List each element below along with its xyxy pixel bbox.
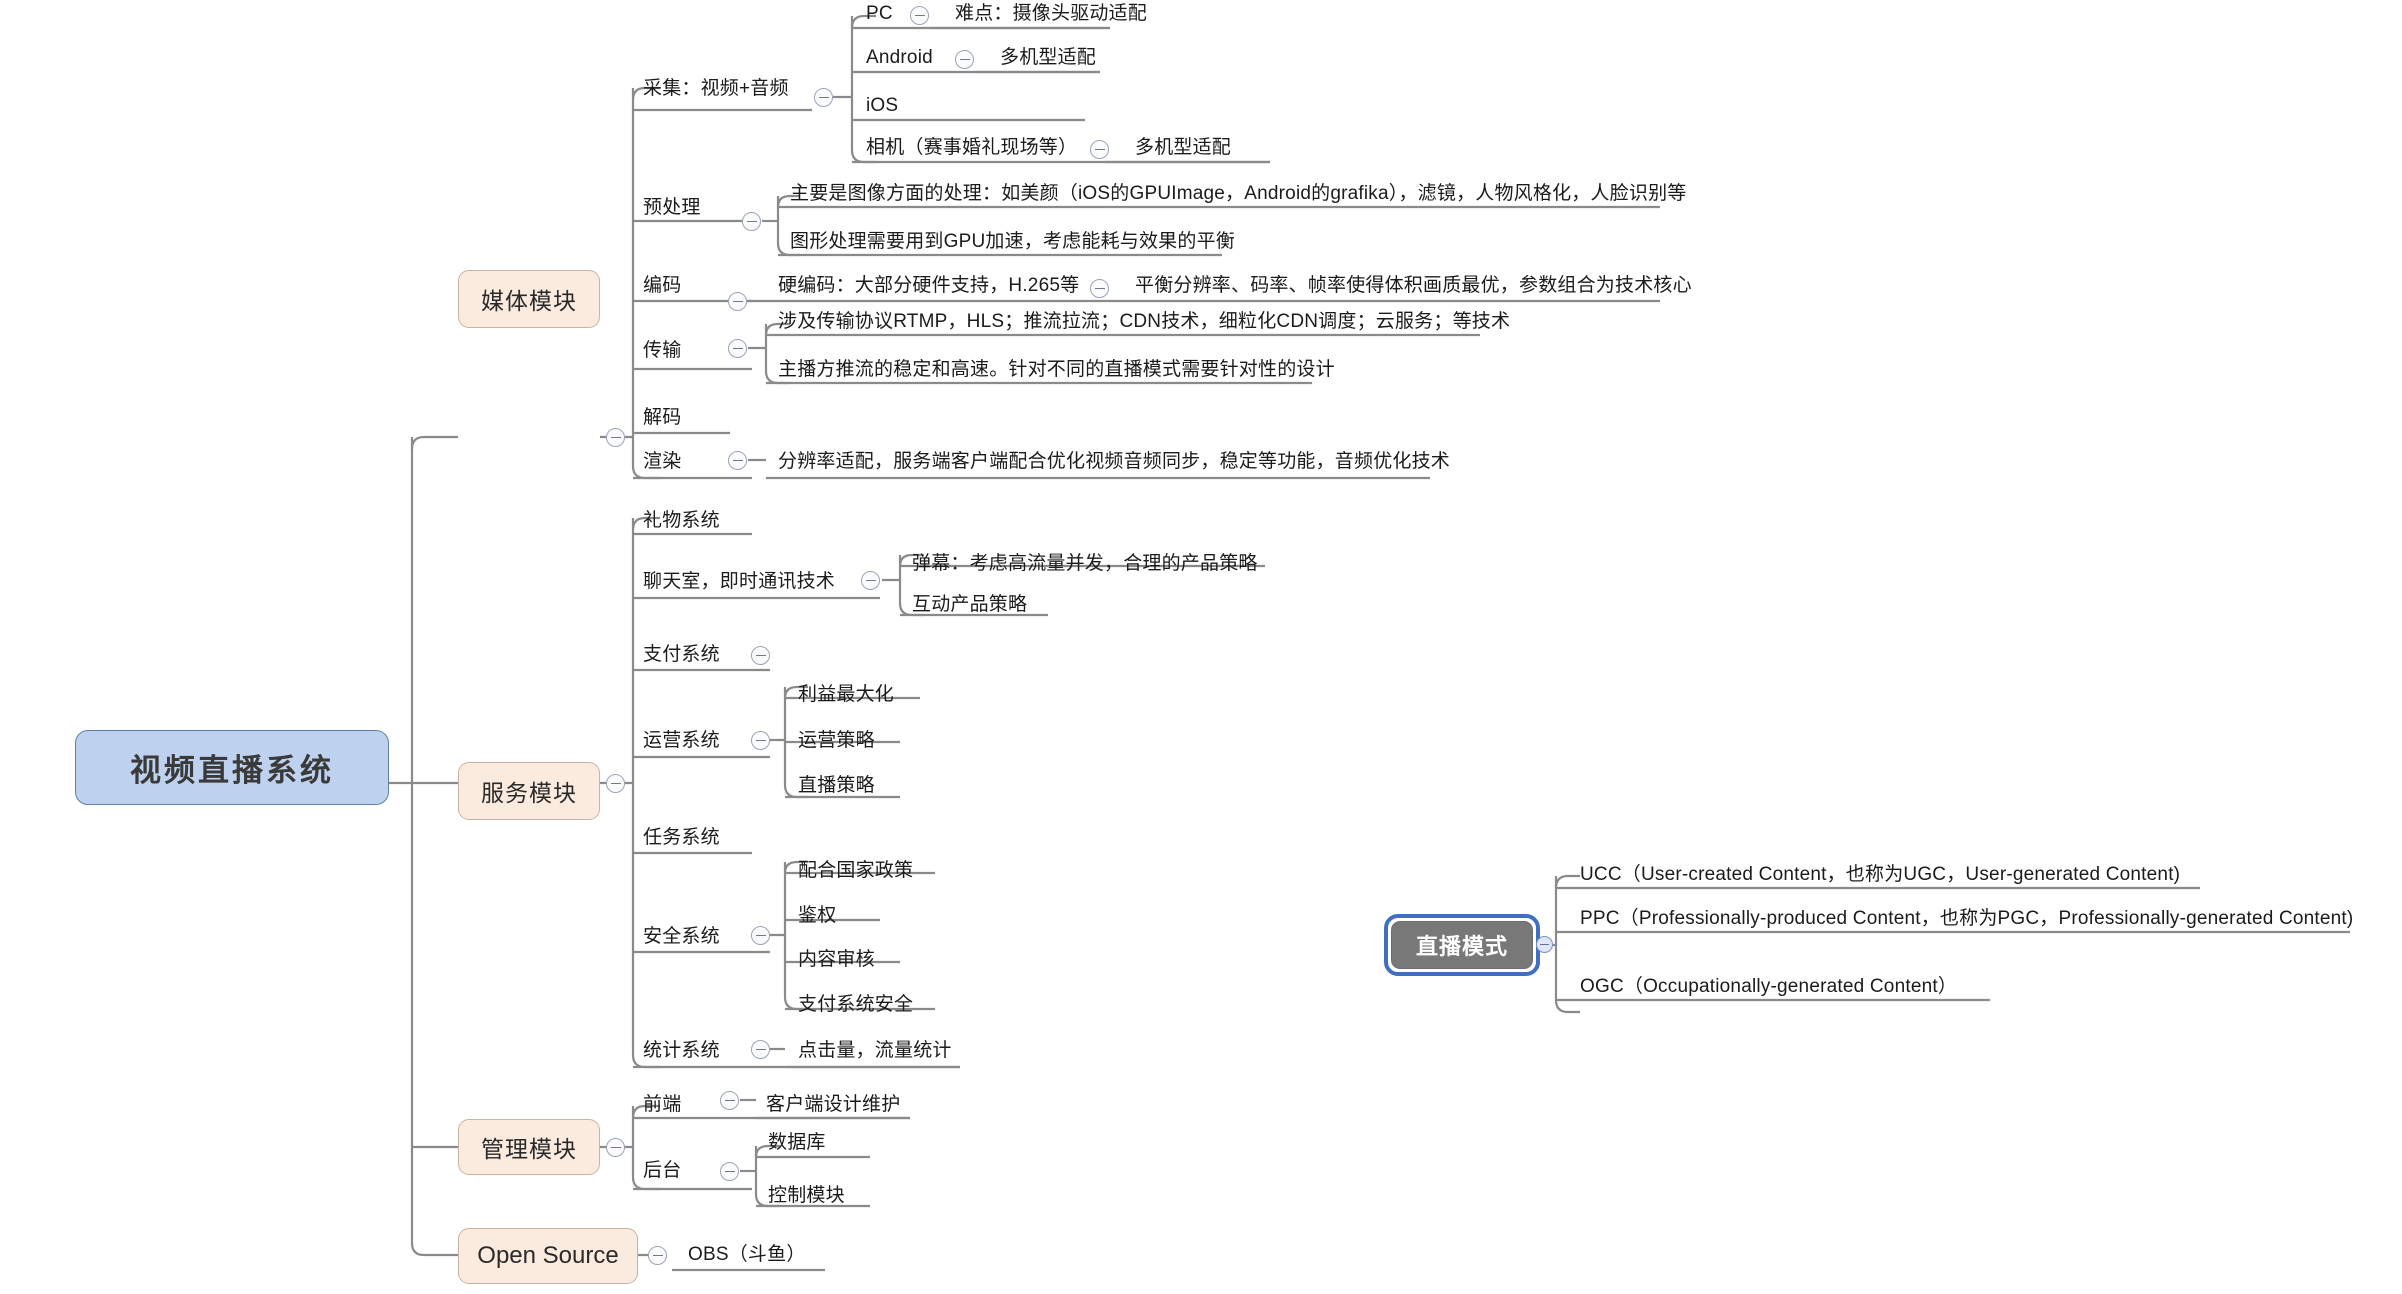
collapse-toggle-camera[interactable] [1090,140,1109,159]
collapse-toggle-preprocess[interactable] [742,212,761,231]
collapse-toggle-backend[interactable] [720,1162,739,1181]
security-child-2[interactable]: 内容审核 [798,950,875,969]
capture-camera-detail[interactable]: 多机型适配 [1135,138,1231,157]
collapse-toggle-live-mode[interactable] [1536,936,1553,953]
security-child-0[interactable]: 配合国家政策 [798,861,913,880]
module-node-service[interactable]: 服务模块 [458,762,600,820]
operation-child-1[interactable]: 运营策略 [798,731,875,750]
transport-child-0[interactable]: 涉及传输协议RTMP，HLS；推流拉流；CDN技术，细粒化CDN调度；云服务；等… [778,312,1510,331]
capture-child-camera[interactable]: 相机（赛事婚礼现场等） [866,138,1077,157]
service-security-label[interactable]: 安全系统 [643,927,720,946]
collapse-toggle-security[interactable] [751,926,770,945]
collapse-toggle-media[interactable] [606,428,625,447]
collapse-toggle-payment[interactable] [751,646,770,665]
encode-child[interactable]: 硬编码：大部分硬件支持，H.265等 [778,276,1079,295]
mindmap-canvas: 视频直播系统 媒体模块 服务模块 管理模块 Open Source 采集：视频+… [0,0,2402,1294]
collapse-toggle-render[interactable] [728,451,747,470]
security-child-3[interactable]: 支付系统安全 [798,995,913,1014]
capture-child-android[interactable]: Android [866,48,933,67]
management-backend-label[interactable]: 后台 [643,1161,681,1180]
module-node-opensource[interactable]: Open Source [458,1228,638,1284]
management-frontend-detail[interactable]: 客户端设计维护 [766,1095,900,1114]
capture-child-ios[interactable]: iOS [866,96,898,115]
root-node-label: 视频直播系统 [130,753,334,788]
encode-grandchild[interactable]: 平衡分辨率、码率、帧率使得体积画质最优，参数组合为技术核心 [1135,276,1692,295]
security-child-1[interactable]: 鉴权 [798,906,836,925]
service-operation-label[interactable]: 运营系统 [643,731,720,750]
collapse-toggle-management[interactable] [606,1138,625,1157]
preprocess-child-0[interactable]: 主要是图像方面的处理：如美颜（iOS的GPUImage，Android的graf… [790,184,1686,203]
service-payment-label[interactable]: 支付系统 [643,645,720,664]
backend-child-0[interactable]: 数据库 [768,1133,826,1152]
live-mode-label: 直播模式 [1415,934,1508,959]
collapse-toggle-encode-child[interactable] [1090,279,1109,298]
media-transport-label[interactable]: 传输 [643,341,681,360]
module-node-management[interactable]: 管理模块 [458,1119,600,1175]
module-node-media[interactable]: 媒体模块 [458,270,600,328]
media-decode-label[interactable]: 解码 [643,408,681,427]
collapse-toggle-operation[interactable] [751,731,770,750]
service-stats-detail[interactable]: 点击量，流量统计 [798,1041,952,1060]
service-gift-label[interactable]: 礼物系统 [643,511,720,530]
chat-child-1[interactable]: 互动产品策略 [912,595,1027,614]
service-task-label[interactable]: 任务系统 [643,828,720,847]
management-frontend-label[interactable]: 前端 [643,1095,681,1114]
capture-child-pc[interactable]: PC [866,4,893,23]
operation-child-2[interactable]: 直播策略 [798,776,875,795]
module-label: 媒体模块 [481,288,577,314]
media-preprocess-label[interactable]: 预处理 [643,198,701,217]
collapse-toggle-transport[interactable] [728,339,747,358]
capture-pc-detail[interactable]: 难点：摄像头驱动适配 [955,4,1147,23]
collapse-toggle-frontend[interactable] [720,1091,739,1110]
collapse-toggle-opensource[interactable] [648,1246,667,1265]
module-label: 服务模块 [481,780,577,806]
live-mode-child-0[interactable]: UCC（User-created Content，也称为UGC，User-gen… [1580,865,2180,884]
media-render-label[interactable]: 渲染 [643,452,681,471]
media-encode-label[interactable]: 编码 [643,276,681,295]
transport-child-1[interactable]: 主播方推流的稳定和高速。针对不同的直播模式需要针对性的设计 [778,360,1335,379]
collapse-toggle-capture[interactable] [814,88,833,107]
live-mode-child-2[interactable]: OGC（Occupationally-generated Content） [1580,977,1957,996]
collapse-toggle-pc[interactable] [910,6,929,25]
collapse-toggle-android[interactable] [955,50,974,69]
collapse-toggle-service[interactable] [606,774,625,793]
render-detail[interactable]: 分辨率适配，服务端客户端配合优化视频音频同步，稳定等功能，音频优化技术 [778,452,1450,471]
operation-child-0[interactable]: 利益最大化 [798,685,894,704]
service-chat-label[interactable]: 聊天室，即时通讯技术 [643,572,835,591]
live-mode-child-1[interactable]: PPC（Professionally-produced Content，也称为P… [1580,909,2353,928]
service-stats-label[interactable]: 统计系统 [643,1041,720,1060]
media-capture-label[interactable]: 采集：视频+音频 [643,79,789,98]
opensource-child[interactable]: OBS（斗鱼） [688,1245,806,1264]
root-node[interactable]: 视频直播系统 [75,730,389,805]
collapse-toggle-chat[interactable] [861,571,880,590]
collapse-toggle-stats[interactable] [751,1040,770,1059]
capture-android-detail[interactable]: 多机型适配 [1000,48,1096,67]
live-mode-node-body: 直播模式 [1391,921,1533,969]
module-label: 管理模块 [481,1136,577,1162]
chat-child-0[interactable]: 弹幕：考虑高流量并发，合理的产品策略 [912,554,1258,573]
backend-child-1[interactable]: 控制模块 [768,1186,845,1205]
module-label: Open Source [477,1242,619,1269]
collapse-toggle-encode[interactable] [728,292,747,311]
live-mode-node[interactable]: 直播模式 [1384,914,1540,976]
preprocess-child-1[interactable]: 图形处理需要用到GPU加速，考虑能耗与效果的平衡 [790,232,1235,251]
